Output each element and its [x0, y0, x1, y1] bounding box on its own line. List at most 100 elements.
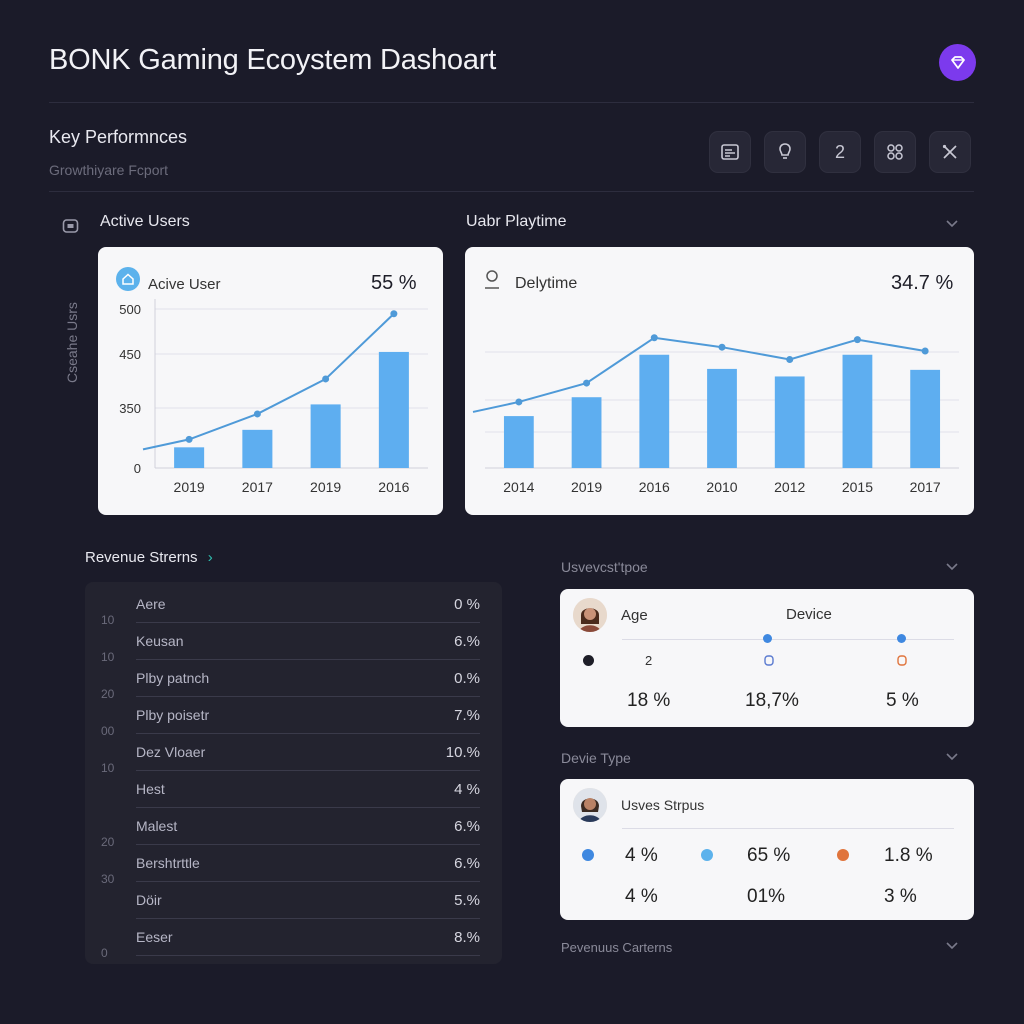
brand-badge[interactable] — [939, 44, 976, 81]
revenue-row-name: Plby patnch — [136, 670, 210, 686]
line-point[interactable] — [322, 375, 330, 383]
bar[interactable] — [842, 354, 873, 468]
key-performance-subtitle: Growthiyare Fcport — [49, 162, 169, 178]
line-point[interactable] — [921, 347, 929, 355]
revenue-row-value: 6.% — [454, 817, 480, 835]
line-point[interactable] — [390, 310, 398, 318]
legend-dot-orange — [837, 849, 849, 861]
line-point[interactable] — [253, 410, 261, 418]
chevron-down-icon[interactable] — [944, 940, 960, 952]
table-row[interactable]: Dez Vloaer 10.% — [136, 734, 480, 771]
device-label: Device — [786, 606, 832, 623]
bulb-button[interactable] — [764, 131, 806, 173]
users-type-stat: 5 % — [886, 690, 919, 711]
active-users-card: Acive User 55 % 2019 2017 2019 2016 0 350 450 5… — [98, 247, 443, 515]
revenue-row-number: 10 — [101, 761, 115, 775]
revenue-row-number: 00 — [101, 724, 115, 738]
tools-icon — [942, 144, 957, 159]
device-stat: 4 % — [625, 886, 658, 907]
line-point[interactable] — [650, 334, 658, 342]
revenue-row-number: 0 — [101, 946, 108, 960]
number-button[interactable]: 2 — [819, 131, 861, 173]
revenue-row-name: Malest — [136, 818, 178, 834]
device-stat: 3 % — [884, 886, 917, 907]
revenue-row-name: Döir — [136, 892, 162, 908]
line-point[interactable] — [718, 343, 726, 351]
revenue-row-number: 10 — [101, 613, 115, 627]
revenue-arrow: › — [207, 549, 213, 566]
age-label: Age — [621, 607, 648, 624]
revenue-row-number: 10 — [101, 650, 115, 664]
bar[interactable] — [910, 369, 941, 468]
device-stat: 01% — [747, 886, 786, 907]
revenue-row-value: 6.% — [454, 632, 480, 650]
revenue-streams-label[interactable]: Revenue Strerns › — [85, 549, 213, 566]
chevron-down-icon[interactable] — [944, 751, 960, 763]
revenue-row-name: Dez Vloaer — [136, 744, 206, 760]
device-stat: 1.8 % — [884, 845, 933, 866]
tools-button[interactable] — [929, 131, 971, 173]
grid-icon — [887, 144, 903, 160]
report-button[interactable] — [709, 131, 751, 173]
bar[interactable] — [242, 429, 273, 468]
playtime-card: Delytime 34.7 % 2014 2019 2016 2010 2012 2015… — [465, 247, 974, 515]
bar[interactable] — [774, 376, 805, 468]
users-icon — [62, 219, 79, 233]
footer-label: Pevenuus Carterns — [561, 940, 673, 955]
revenue-row-name: Hest — [136, 781, 165, 797]
avatar — [573, 788, 607, 822]
device-card-title: Usves Strpus — [621, 797, 705, 813]
app-title: BONK Gaming Ecoystem Dashoart — [49, 44, 497, 76]
report-icon — [721, 144, 739, 160]
table-row[interactable]: Eeser 8.% — [136, 919, 480, 956]
revenue-row-number: 30 — [101, 872, 115, 886]
slider-dot[interactable] — [897, 634, 906, 643]
device-type-label: Devie Type — [561, 750, 631, 766]
bar[interactable] — [639, 354, 670, 468]
lock-icon — [764, 655, 774, 666]
table-row[interactable]: Keusan 6.% — [136, 623, 480, 660]
line-point[interactable] — [786, 355, 794, 363]
device-stat: 4 % — [625, 845, 658, 866]
table-row[interactable]: Aere 0 % — [136, 586, 480, 623]
slider-dot[interactable] — [763, 634, 772, 643]
revenue-row-number: 20 — [101, 835, 115, 849]
table-row[interactable]: Plby patnch 0.% — [136, 660, 480, 697]
line-point[interactable] — [583, 379, 591, 387]
y-tick-label: 350 — [119, 401, 141, 416]
legend-dot-sky — [701, 849, 713, 861]
person-avatar-icon — [573, 598, 607, 632]
line-point[interactable] — [853, 336, 861, 344]
table-row[interactable]: Hest 4 % — [136, 771, 480, 808]
playtime-label: Uabr Playtime — [466, 213, 567, 230]
bar[interactable] — [503, 416, 534, 468]
bar[interactable] — [707, 368, 737, 468]
line-point[interactable] — [185, 435, 193, 443]
diamond-icon — [950, 55, 965, 69]
table-row[interactable]: Malest 6.% — [136, 808, 480, 845]
toolbar: 2 — [709, 131, 971, 173]
grid-button[interactable] — [874, 131, 916, 173]
line-point[interactable] — [515, 398, 523, 406]
legend-dot-blue — [582, 849, 594, 861]
section-divider — [49, 191, 974, 192]
bulb-icon — [779, 143, 791, 159]
x-tick-label: 2015 — [842, 479, 873, 495]
number-button-label: 2 — [834, 141, 845, 162]
revenue-row-value: 6.% — [454, 854, 480, 872]
revenue-row-value: 0 % — [454, 595, 480, 613]
table-row[interactable]: Plby poisetr 7.% — [136, 697, 480, 734]
bar[interactable] — [310, 404, 341, 468]
active-users-chart: 2019 2017 2019 2016 0 350 450 500 — [119, 299, 428, 495]
revenue-row-value: 0.% — [454, 669, 480, 687]
bar[interactable] — [378, 351, 409, 468]
table-row[interactable]: Döir 5.% — [136, 882, 480, 919]
chevron-down-icon[interactable] — [944, 561, 960, 573]
table-row[interactable]: Bershtrttle 6.% — [136, 845, 480, 882]
users-type-card: Age Device 2 18 % 18,7% 5 % — [560, 589, 974, 727]
revenue-row-value: 5.% — [454, 891, 480, 909]
bar[interactable] — [174, 447, 205, 468]
chevron-down-icon[interactable] — [944, 218, 960, 230]
bar[interactable] — [571, 397, 602, 468]
users-type-stat: 18 % — [627, 690, 671, 711]
